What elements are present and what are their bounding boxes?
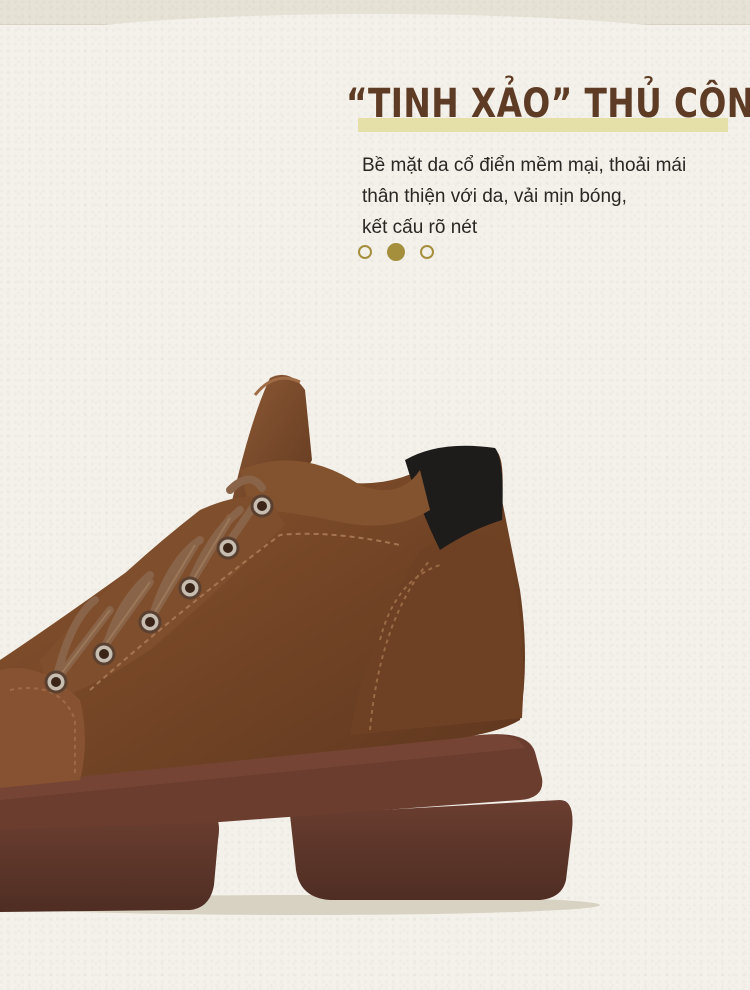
description-line: Bề mặt da cổ điển mềm mại, thoải mái (362, 155, 687, 176)
carousel-dot[interactable] (420, 245, 434, 259)
carousel-dot[interactable] (358, 245, 372, 259)
carousel-dots (358, 243, 434, 261)
brown-leather-boot-image (0, 374, 600, 915)
front-sole (0, 815, 219, 912)
headline-block: “TINH XẢO” THỦ CÔNG (346, 80, 750, 134)
description: Bề mặt da cổ điển mềm mại, thoải mái thâ… (362, 150, 742, 243)
description-line: kết cấu rõ nét (362, 217, 478, 238)
carousel-dot[interactable] (387, 243, 405, 261)
heel-block (290, 800, 573, 900)
headline: “TINH XẢO” THỦ CÔNG (346, 81, 750, 127)
description-line: thân thiện với da, vải mịn bóng, (362, 186, 627, 207)
